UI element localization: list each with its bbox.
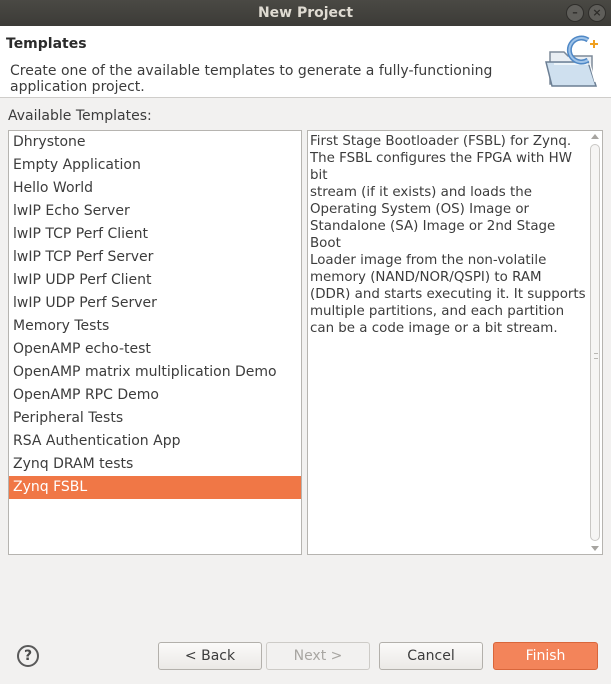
window-titlebar: New Project – × (0, 0, 611, 26)
page-description: Create one of the available templates to… (10, 63, 493, 95)
scroll-track[interactable] (590, 144, 600, 541)
new-c-project-folder-icon (545, 35, 598, 87)
template-list-item[interactable]: Dhrystone (9, 131, 301, 154)
minimize-icon: – (572, 6, 578, 19)
template-description: First Stage Bootloader (FSBL) for Zynq. … (310, 134, 586, 336)
next-button[interactable]: Next > (266, 642, 370, 670)
template-list-item[interactable]: Zynq FSBL (9, 476, 301, 499)
template-list-item[interactable]: lwIP UDP Perf Server (9, 292, 301, 315)
back-button[interactable]: < Back (158, 642, 262, 670)
template-list-item[interactable]: OpenAMP echo-test (9, 338, 301, 361)
scroll-down-icon[interactable] (591, 546, 599, 551)
page-title: Templates (6, 36, 87, 52)
template-list-item[interactable]: Memory Tests (9, 315, 301, 338)
template-list-item[interactable]: OpenAMP matrix multiplication Demo (9, 361, 301, 384)
template-list-item[interactable]: Hello World (9, 177, 301, 200)
close-icon: × (592, 6, 602, 19)
template-list-item[interactable]: Zynq DRAM tests (9, 453, 301, 476)
template-list-item[interactable]: Peripheral Tests (9, 407, 301, 430)
description-scrollbar[interactable] (589, 132, 601, 553)
minimize-button[interactable]: – (566, 4, 584, 22)
template-list-item[interactable]: lwIP TCP Perf Client (9, 223, 301, 246)
template-description-box: First Stage Bootloader (FSBL) for Zynq. … (307, 130, 603, 555)
template-list-item[interactable]: RSA Authentication App (9, 430, 301, 453)
template-list-item[interactable]: OpenAMP RPC Demo (9, 384, 301, 407)
scroll-grip[interactable] (594, 353, 598, 359)
template-list-item[interactable]: Empty Application (9, 154, 301, 177)
cancel-button[interactable]: Cancel (379, 642, 483, 670)
available-templates-label: Available Templates: (8, 108, 152, 124)
template-list-item[interactable]: lwIP Echo Server (9, 200, 301, 223)
template-list-item[interactable]: lwIP UDP Perf Client (9, 269, 301, 292)
wizard-header: Templates Create one of the available te… (0, 26, 611, 98)
scroll-up-icon[interactable] (591, 134, 599, 139)
close-button[interactable]: × (588, 4, 606, 22)
window-title: New Project (257, 5, 354, 21)
template-list-item[interactable]: lwIP TCP Perf Server (9, 246, 301, 269)
template-list[interactable]: Dhrystone Empty Application Hello World lwI… (8, 130, 302, 555)
help-icon[interactable]: ? (17, 645, 39, 667)
finish-button[interactable]: Finish (493, 642, 598, 670)
